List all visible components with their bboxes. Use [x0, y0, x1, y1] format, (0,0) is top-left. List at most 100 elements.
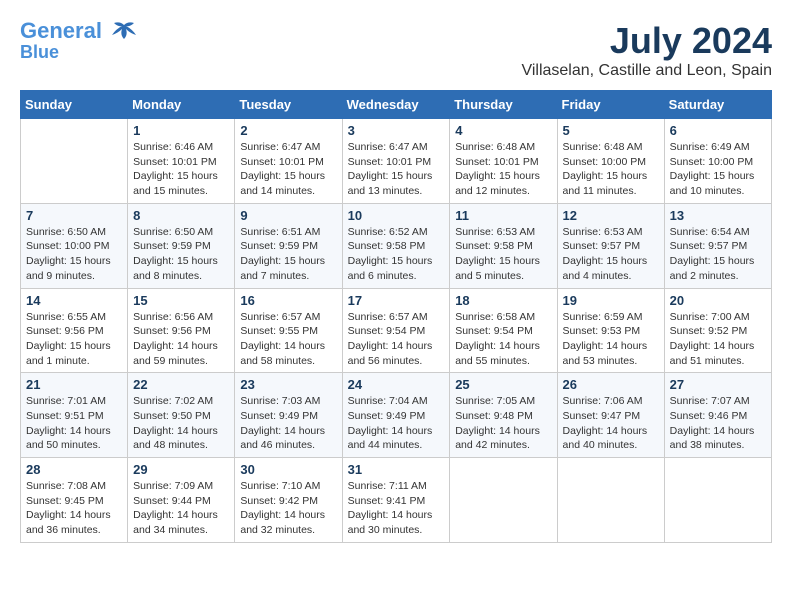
calendar-day-cell: 31 Sunrise: 7:11 AMSunset: 9:41 PMDayligh… — [342, 458, 450, 543]
calendar-day-cell: 20 Sunrise: 7:00 AMSunset: 9:52 PMDayligh… — [664, 288, 771, 373]
calendar-day-cell: 24 Sunrise: 7:04 AMSunset: 9:49 PMDayligh… — [342, 373, 450, 458]
day-number: 12 — [563, 208, 659, 223]
calendar-day-cell — [664, 458, 771, 543]
day-info: Sunrise: 7:00 AMSunset: 9:52 PMDaylight:… — [670, 310, 766, 369]
calendar-day-cell: 8 Sunrise: 6:50 AMSunset: 9:59 PMDaylight… — [128, 203, 235, 288]
day-info: Sunrise: 7:01 AMSunset: 9:51 PMDaylight:… — [26, 394, 122, 453]
calendar-day-cell: 13Sunrise: 6:54 AMSunset: 9:57 PMDayligh… — [664, 203, 771, 288]
day-number: 10 — [348, 208, 445, 223]
calendar-day-cell: 5 Sunrise: 6:48 AMSunset: 10:00 PMDayligh… — [557, 119, 664, 204]
day-info: Sunrise: 7:08 AMSunset: 9:45 PMDaylight:… — [26, 479, 122, 538]
day-info: Sunrise: 6:48 AMSunset: 10:00 PMDaylight… — [563, 140, 659, 199]
calendar-week-row: 7 Sunrise: 6:50 AMSunset: 10:00 PMDayligh… — [21, 203, 772, 288]
column-header-monday: Monday — [128, 91, 235, 119]
day-number: 5 — [563, 123, 659, 138]
calendar-week-row: 28 Sunrise: 7:08 AMSunset: 9:45 PMDayligh… — [21, 458, 772, 543]
day-number: 28 — [26, 462, 122, 477]
calendar-day-cell: 9 Sunrise: 6:51 AMSunset: 9:59 PMDaylight… — [235, 203, 342, 288]
calendar-table: SundayMondayTuesdayWednesdayThursdayFrid… — [20, 90, 772, 543]
day-info: Sunrise: 6:52 AMSunset: 9:58 PMDaylight:… — [348, 225, 445, 284]
day-number: 3 — [348, 123, 445, 138]
day-info: Sunrise: 6:47 AMSunset: 10:01 PMDaylight… — [348, 140, 445, 199]
calendar-day-cell: 15 Sunrise: 6:56 AMSunset: 9:56 PMDayligh… — [128, 288, 235, 373]
calendar-day-cell: 22Sunrise: 7:02 AMSunset: 9:50 PMDayligh… — [128, 373, 235, 458]
calendar-day-cell: 14Sunrise: 6:55 AMSunset: 9:56 PMDayligh… — [21, 288, 128, 373]
calendar-day-cell: 25 Sunrise: 7:05 AMSunset: 9:48 PMDayligh… — [450, 373, 557, 458]
day-info: Sunrise: 6:49 AMSunset: 10:00 PMDaylight… — [670, 140, 766, 199]
day-number: 25 — [455, 377, 551, 392]
day-number: 23 — [240, 377, 336, 392]
day-info: Sunrise: 6:46 AMSunset: 10:01 PMDaylight… — [133, 140, 229, 199]
calendar-day-cell: 16 Sunrise: 6:57 AMSunset: 9:55 PMDayligh… — [235, 288, 342, 373]
day-number: 7 — [26, 208, 122, 223]
calendar-day-cell: 10 Sunrise: 6:52 AMSunset: 9:58 PMDayligh… — [342, 203, 450, 288]
title-block: July 2024 Villaselan, Castille and Leon,… — [521, 20, 772, 80]
location-subtitle: Villaselan, Castille and Leon, Spain — [521, 62, 772, 80]
day-info: Sunrise: 6:51 AMSunset: 9:59 PMDaylight:… — [240, 225, 336, 284]
calendar-day-cell: 21 Sunrise: 7:01 AMSunset: 9:51 PMDayligh… — [21, 373, 128, 458]
calendar-week-row: 21 Sunrise: 7:01 AMSunset: 9:51 PMDayligh… — [21, 373, 772, 458]
day-info: Sunrise: 7:02 AMSunset: 9:50 PMDaylight:… — [133, 394, 229, 453]
day-info: Sunrise: 6:57 AMSunset: 9:55 PMDaylight:… — [240, 310, 336, 369]
day-info: Sunrise: 7:03 AMSunset: 9:49 PMDaylight:… — [240, 394, 336, 453]
day-number: 31 — [348, 462, 445, 477]
calendar-week-row: 14Sunrise: 6:55 AMSunset: 9:56 PMDayligh… — [21, 288, 772, 373]
day-number: 20 — [670, 293, 766, 308]
day-info: Sunrise: 6:57 AMSunset: 9:54 PMDaylight:… — [348, 310, 445, 369]
calendar-day-cell: 12Sunrise: 6:53 AMSunset: 9:57 PMDayligh… — [557, 203, 664, 288]
day-number: 11 — [455, 208, 551, 223]
calendar-day-cell: 17 Sunrise: 6:57 AMSunset: 9:54 PMDayligh… — [342, 288, 450, 373]
calendar-day-cell — [21, 119, 128, 204]
day-number: 4 — [455, 123, 551, 138]
day-number: 24 — [348, 377, 445, 392]
day-number: 21 — [26, 377, 122, 392]
calendar-day-cell — [450, 458, 557, 543]
day-number: 1 — [133, 123, 229, 138]
page-header: General Blue July 2024 Villaselan, Casti… — [20, 20, 772, 80]
day-number: 19 — [563, 293, 659, 308]
day-number: 26 — [563, 377, 659, 392]
day-number: 16 — [240, 293, 336, 308]
day-number: 15 — [133, 293, 229, 308]
day-number: 6 — [670, 123, 766, 138]
day-info: Sunrise: 6:53 AMSunset: 9:58 PMDaylight:… — [455, 225, 551, 284]
day-number: 9 — [240, 208, 336, 223]
day-info: Sunrise: 7:10 AMSunset: 9:42 PMDaylight:… — [240, 479, 336, 538]
calendar-day-cell: 28 Sunrise: 7:08 AMSunset: 9:45 PMDayligh… — [21, 458, 128, 543]
calendar-day-cell: 27 Sunrise: 7:07 AMSunset: 9:46 PMDayligh… — [664, 373, 771, 458]
day-number: 17 — [348, 293, 445, 308]
day-info: Sunrise: 7:06 AMSunset: 9:47 PMDaylight:… — [563, 394, 659, 453]
day-number: 18 — [455, 293, 551, 308]
day-number: 29 — [133, 462, 229, 477]
day-info: Sunrise: 6:50 AMSunset: 10:00 PMDaylight… — [26, 225, 122, 284]
day-info: Sunrise: 6:59 AMSunset: 9:53 PMDaylight:… — [563, 310, 659, 369]
day-info: Sunrise: 7:07 AMSunset: 9:46 PMDaylight:… — [670, 394, 766, 453]
calendar-day-cell: 6 Sunrise: 6:49 AMSunset: 10:00 PMDayligh… — [664, 119, 771, 204]
day-number: 30 — [240, 462, 336, 477]
calendar-day-cell: 29Sunrise: 7:09 AMSunset: 9:44 PMDayligh… — [128, 458, 235, 543]
calendar-header-row: SundayMondayTuesdayWednesdayThursdayFrid… — [21, 91, 772, 119]
calendar-day-cell: 1 Sunrise: 6:46 AMSunset: 10:01 PMDayligh… — [128, 119, 235, 204]
logo: General Blue — [20, 20, 138, 61]
day-info: Sunrise: 6:48 AMSunset: 10:01 PMDaylight… — [455, 140, 551, 199]
day-info: Sunrise: 6:56 AMSunset: 9:56 PMDaylight:… — [133, 310, 229, 369]
column-header-wednesday: Wednesday — [342, 91, 450, 119]
column-header-tuesday: Tuesday — [235, 91, 342, 119]
day-info: Sunrise: 7:04 AMSunset: 9:49 PMDaylight:… — [348, 394, 445, 453]
day-number: 13 — [670, 208, 766, 223]
calendar-day-cell: 4 Sunrise: 6:48 AMSunset: 10:01 PMDayligh… — [450, 119, 557, 204]
column-header-sunday: Sunday — [21, 91, 128, 119]
logo-general: General — [20, 18, 102, 43]
month-year-title: July 2024 — [521, 20, 772, 62]
calendar-day-cell: 19 Sunrise: 6:59 AMSunset: 9:53 PMDayligh… — [557, 288, 664, 373]
calendar-day-cell: 2Sunrise: 6:47 AMSunset: 10:01 PMDayligh… — [235, 119, 342, 204]
day-info: Sunrise: 7:11 AMSunset: 9:41 PMDaylight:… — [348, 479, 445, 538]
day-number: 27 — [670, 377, 766, 392]
calendar-day-cell: 23 Sunrise: 7:03 AMSunset: 9:49 PMDayligh… — [235, 373, 342, 458]
day-info: Sunrise: 6:50 AMSunset: 9:59 PMDaylight:… — [133, 225, 229, 284]
day-number: 8 — [133, 208, 229, 223]
logo-text: General — [20, 20, 138, 43]
column-header-thursday: Thursday — [450, 91, 557, 119]
day-info: Sunrise: 7:05 AMSunset: 9:48 PMDaylight:… — [455, 394, 551, 453]
calendar-day-cell: 7 Sunrise: 6:50 AMSunset: 10:00 PMDayligh… — [21, 203, 128, 288]
